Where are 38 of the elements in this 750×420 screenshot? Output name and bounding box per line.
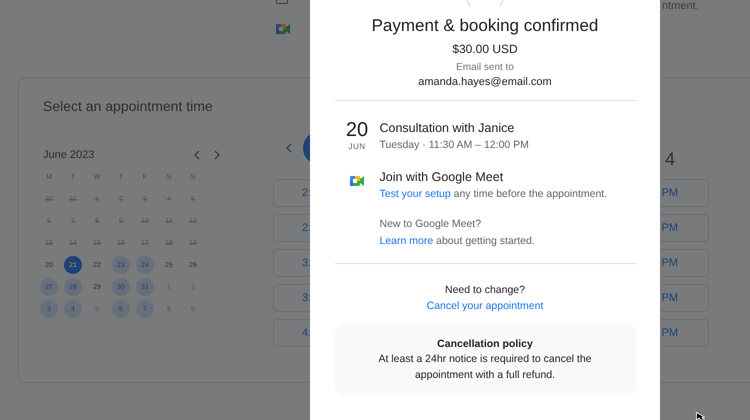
- time-label: PM: [662, 327, 678, 339]
- time-label: PM: [662, 222, 678, 234]
- time-label: 3:: [302, 257, 312, 269]
- date-day: 20: [346, 120, 368, 140]
- time-label: 3:: [302, 292, 312, 304]
- time-label: 2:: [302, 222, 312, 234]
- policy-title: Cancellation policy: [436, 338, 534, 350]
- time-label: PM: [662, 257, 678, 269]
- chevron-right-icon[interactable]: [213, 150, 221, 160]
- month-label: June 2023: [43, 149, 94, 161]
- day-number: 4: [664, 148, 675, 170]
- learn-more-link[interactable]: Learn more: [380, 235, 434, 247]
- circle-outline-icon: [465, 0, 505, 6]
- time-label: PM: [662, 292, 678, 304]
- chevron-left-icon[interactable]: [285, 143, 293, 153]
- date-month: JUN: [348, 142, 366, 151]
- setup-text: Test your setup any time before the appointment.: [380, 187, 608, 202]
- time-label: 2:: [302, 187, 312, 199]
- change-question: Need to change?: [445, 284, 525, 296]
- email-address: amanda.hayes@email.com: [418, 76, 552, 88]
- event-title: Consultation with Janice: [380, 120, 516, 136]
- time-label: 4:: [302, 327, 312, 339]
- meet-title: Join with Google Meet: [380, 169, 504, 185]
- event-time: Tuesday · 11:30 AM – 12:00 PM: [380, 138, 529, 153]
- cancel-link[interactable]: Cancel your appointment: [426, 300, 544, 312]
- chevron-left-icon[interactable]: [193, 150, 201, 160]
- time-label: PM: [662, 187, 678, 199]
- video-call-icon: [276, 23, 290, 35]
- dialog-title: Payment & booking confirmed: [372, 16, 598, 36]
- price-text: $30.00 USD: [452, 42, 518, 56]
- section-title: Select an appointment time: [43, 98, 214, 114]
- policy-text: At least a 24hr notice is required to cancel the appointment with a full refund.: [377, 352, 593, 383]
- video-call-icon: [350, 175, 364, 187]
- meet-question: New to Google Meet?: [380, 217, 482, 232]
- learn-text: Learn more about getting started.: [380, 234, 536, 249]
- setup-link[interactable]: Test your setup: [380, 188, 451, 200]
- body-text: ntment.: [662, 0, 699, 12]
- email-label: Email sent to: [456, 62, 514, 73]
